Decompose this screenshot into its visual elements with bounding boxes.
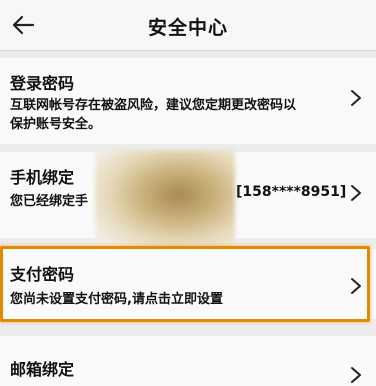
highlight-frame [0,246,370,322]
chevron-right-icon [351,367,361,383]
email-binding-item[interactable]: 邮箱绑定 [0,336,376,386]
chevron-right-icon [351,185,361,201]
login-password-item[interactable]: 登录密码 互联网帐号存在被盗风险，建议您定期更改密码以 保护账号安全。 [0,58,376,144]
phone-binding-title: 手机绑定 [10,168,75,187]
page-title: 安全中心 [147,17,228,39]
login-password-title: 登录密码 [10,74,75,93]
navigation-bar: 安全中心 [0,0,376,51]
login-password-desc-line1: 互联网帐号存在被盗风险，建议您定期更改密码以 [10,98,297,113]
blurred-region [95,150,235,250]
login-password-desc-line2: 保护账号安全。 [10,117,102,132]
phone-number-value: [158****8951] [236,184,347,200]
chevron-right-icon [351,90,361,106]
email-binding-title: 邮箱绑定 [10,360,75,379]
